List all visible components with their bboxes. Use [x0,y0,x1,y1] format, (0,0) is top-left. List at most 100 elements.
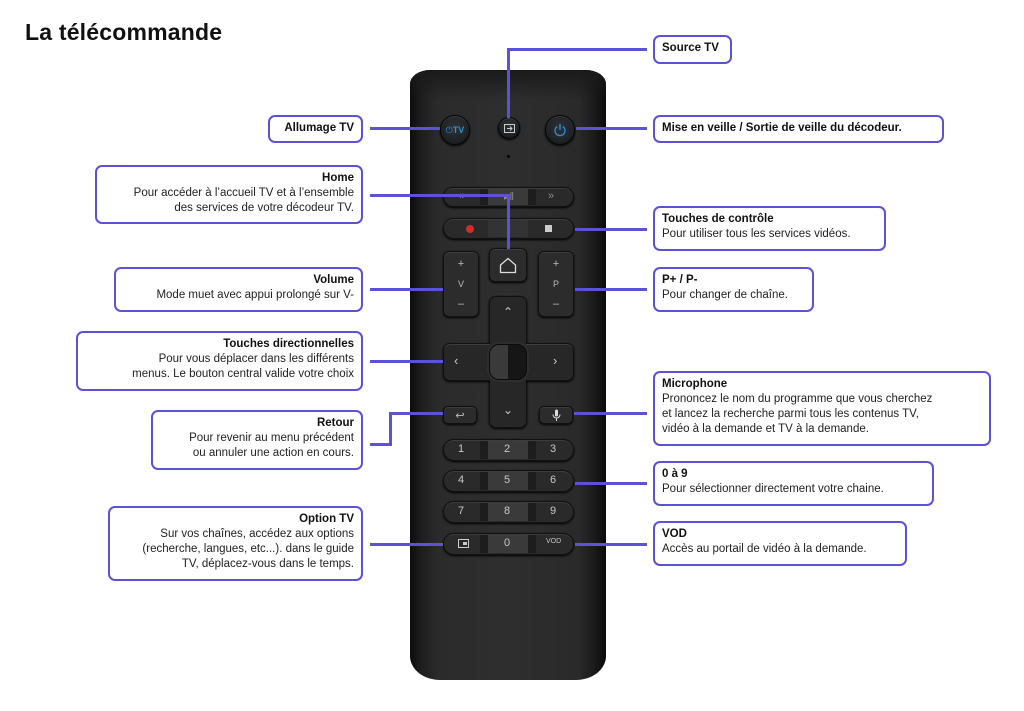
volume-down[interactable]: – [458,298,464,310]
number-row: 4 5 6 [443,470,574,492]
option-icon [458,539,469,548]
digit-button[interactable]: 8 [504,505,510,517]
connector-veille [576,127,647,130]
callout-title: Volume [313,274,354,286]
digit-button[interactable]: 7 [458,505,464,517]
digit-button[interactable]: 9 [550,505,556,517]
callout-retour: Retour Pour revenir au menu précédent ou… [151,410,363,470]
digit-button[interactable]: 0 [504,537,510,549]
number-row: 0 VOD [443,533,574,555]
digit-button[interactable]: 2 [504,443,510,455]
number-row: 1 2 3 [443,439,574,461]
home-button[interactable] [489,248,527,282]
microphone-hole [507,155,510,158]
connector-volume [370,288,443,291]
separator [480,535,488,553]
connector-allumage [370,127,440,130]
mic-button[interactable] [539,406,573,424]
separator [480,503,488,521]
separator [528,503,536,521]
callout-title: Mise en veille / Sortie de veille du déc… [662,122,902,134]
separator [528,189,536,205]
callout-title: Microphone [662,378,728,390]
connector-programme [575,288,647,291]
separator [480,472,488,490]
callout-programme: P+ / P- Pour changer de chaîne. [653,267,814,312]
connector-retour-b [389,412,392,446]
digit-button[interactable]: 6 [550,474,556,486]
callout-title: VOD [662,528,687,540]
tv-power-button[interactable]: ⏻ TV [440,115,470,145]
mic-icon [552,409,560,421]
callout-chiffres: 0 à 9 Pour sélectionner directement votr… [653,461,934,506]
digit-button[interactable]: 5 [504,474,510,486]
stop-icon[interactable] [545,225,552,232]
digit-button[interactable]: 4 [458,474,464,486]
program-rocker[interactable]: + P – [538,251,574,317]
callout-source-tv: Source TV [653,35,732,64]
connector-microphone [574,412,647,415]
callout-description: Pour revenir au menu précédent ou annule… [189,432,354,459]
callout-microphone: Microphone Prononcez le nom du programme… [653,371,991,446]
volume-rocker[interactable]: + V – [443,251,479,317]
fast-forward-icon[interactable]: » [548,190,554,202]
left-icon[interactable]: ‹ [454,353,458,368]
volume-label: V [457,279,464,289]
right-icon[interactable]: › [553,353,557,368]
power-icon: ⏻ [445,124,453,135]
source-button[interactable] [498,117,520,139]
decoder-power-button[interactable] [545,115,575,145]
callout-touches-directionnelles: Touches directionnelles Pour vous déplac… [76,331,363,391]
callout-title: Allumage TV [284,122,354,134]
connector-source-h [507,48,647,51]
back-icon: ↩ [455,409,465,422]
program-up[interactable]: + [553,258,559,270]
connector-vod [575,543,647,546]
up-icon[interactable]: ⌃ [503,305,513,319]
callout-description: Pour accéder à l’accueil TV et à l’ensem… [133,187,354,214]
connector-home-v [507,194,510,249]
power-icon [554,124,566,137]
program-label: P [552,279,559,289]
down-icon[interactable]: ⌄ [503,403,513,417]
callout-title: Touches directionnelles [223,338,354,350]
callout-title: Source TV [662,42,719,54]
callout-title: Retour [316,417,354,429]
page-title: La télécommande [25,19,223,45]
home-icon [499,257,517,273]
callout-title: P+ / P- [662,274,698,286]
record-icon[interactable] [466,225,474,233]
callout-option-tv: Option TV Sur vos chaînes, accédez aux o… [108,506,363,581]
callout-title: Home [322,172,354,184]
digit-button[interactable]: 1 [458,443,464,455]
connector-chiffres [575,482,647,485]
connector-option [370,543,443,546]
callout-allumage-tv: Allumage TV [268,115,363,143]
number-row: 7 8 9 [443,501,574,523]
vod-button[interactable]: VOD [546,538,561,545]
separator [480,441,488,459]
back-button[interactable]: ↩ [443,406,477,424]
callout-vod: VOD Accès au portail de vidéo à la deman… [653,521,907,566]
separator [528,441,536,459]
connector-controle [575,228,647,231]
separator [480,189,488,205]
separator [528,472,536,490]
callout-description: Pour changer de chaîne. [662,289,788,301]
ok-button[interactable] [489,344,527,380]
callout-description: Pour utiliser tous les services vidéos. [662,228,851,240]
digit-button[interactable]: 3 [550,443,556,455]
connector-directionnelles [370,360,443,363]
separator [528,535,536,553]
callout-home: Home Pour accéder à l’accueil TV et à l’… [95,165,363,224]
source-icon [503,123,515,133]
program-down[interactable]: – [553,298,559,310]
callout-description: Pour vous déplacer dans les différents m… [132,353,354,380]
callout-title: 0 à 9 [662,468,688,480]
callout-volume: Volume Mode muet avec appui prolongé sur… [114,267,363,312]
tv-button-label: TV [452,125,465,135]
callout-title: Touches de contrôle [662,213,774,225]
volume-up[interactable]: + [458,258,464,270]
callout-title: Option TV [299,513,354,525]
option-tv-button[interactable] [458,539,469,551]
